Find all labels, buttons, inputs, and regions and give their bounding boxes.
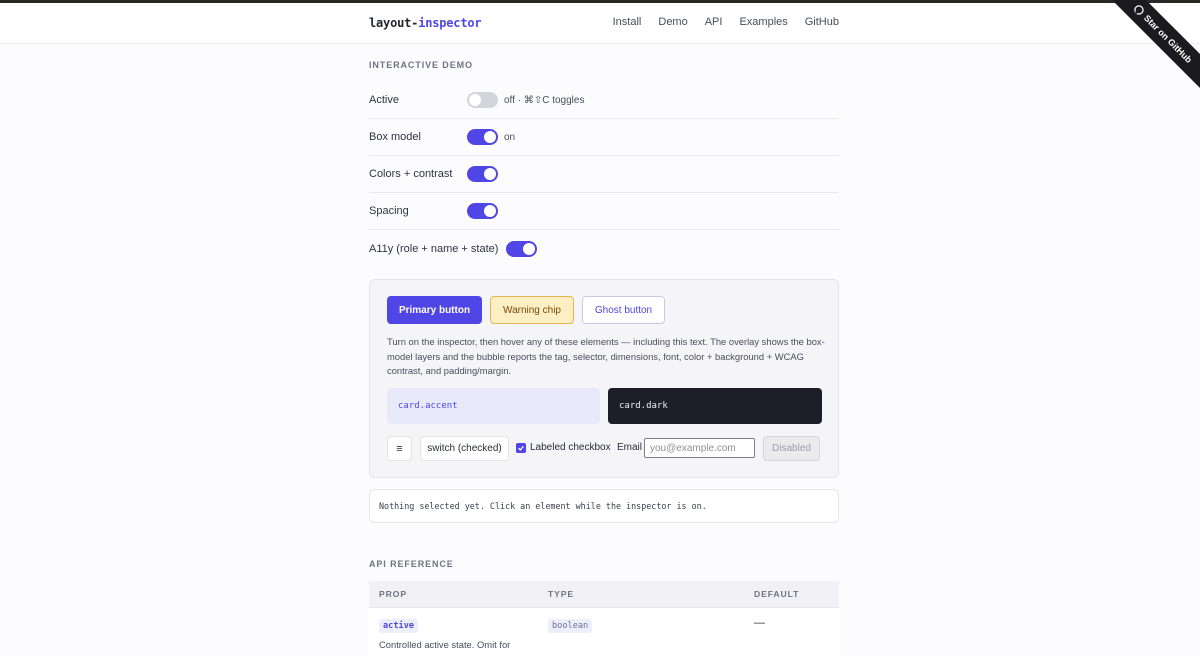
toggle-label-colors: Colors + contrast bbox=[369, 168, 453, 180]
demo-description: Turn on the inspector, then hover any of… bbox=[387, 336, 825, 376]
labeled-checkbox[interactable]: Labeled checkbox bbox=[516, 442, 611, 453]
email-input[interactable] bbox=[644, 438, 755, 458]
logo-prefix: layout- bbox=[369, 16, 419, 30]
table-row: active boolean — Controlled active state… bbox=[369, 608, 839, 656]
nav-install[interactable]: Install bbox=[613, 16, 642, 28]
selection-status: Nothing selected yet. Click an element w… bbox=[369, 489, 839, 523]
nav-github[interactable]: GitHub bbox=[805, 16, 839, 28]
api-prop-name: active bbox=[379, 619, 419, 633]
github-icon bbox=[1134, 5, 1144, 15]
menu-icon[interactable]: ≡ bbox=[387, 436, 412, 461]
nav-examples[interactable]: Examples bbox=[739, 16, 787, 28]
api-col-type: TYPE bbox=[548, 589, 575, 599]
toggle-row-active: Active off · ⌘⇧C toggles bbox=[369, 82, 839, 119]
nav-api[interactable]: API bbox=[705, 16, 723, 28]
demo-card: Primary button Warning chip Ghost button… bbox=[369, 279, 839, 478]
toggle-label-spacing: Spacing bbox=[369, 205, 409, 217]
github-ribbon[interactable]: Star on GitHub bbox=[1110, 0, 1200, 90]
site-header: layout-inspector Install Demo API Exampl… bbox=[0, 3, 1200, 44]
api-prop-description: Controlled active state. Omit for bbox=[379, 639, 511, 650]
a11y-toggle[interactable] bbox=[506, 240, 537, 257]
checkbox-checked-icon[interactable] bbox=[516, 442, 526, 453]
api-section-title: API REFERENCE bbox=[369, 559, 454, 569]
logo[interactable]: layout-inspector bbox=[369, 16, 482, 30]
checkbox-label: Labeled checkbox bbox=[530, 442, 611, 453]
api-table-header: PROP TYPE DEFAULT bbox=[369, 581, 839, 608]
logo-accent: inspector bbox=[418, 16, 482, 30]
ghost-button[interactable]: Ghost button bbox=[582, 296, 665, 324]
api-table: PROP TYPE DEFAULT active boolean — Contr… bbox=[369, 581, 839, 656]
toggle-row-colors: Colors + contrast bbox=[369, 156, 839, 193]
colors-contrast-toggle[interactable] bbox=[467, 166, 498, 182]
toggle-row-spacing: Spacing bbox=[369, 193, 839, 230]
demo-section-title: INTERACTIVE DEMO bbox=[369, 60, 473, 70]
disabled-button: Disabled bbox=[763, 436, 820, 461]
api-prop-type: boolean bbox=[548, 619, 593, 633]
api-col-prop: PROP bbox=[379, 589, 407, 599]
switch-button[interactable]: switch (checked) bbox=[420, 436, 509, 461]
api-col-default: DEFAULT bbox=[754, 589, 800, 599]
controls-row: ≡ switch (checked) Labeled checkbox Emai… bbox=[387, 436, 827, 461]
active-toggle[interactable] bbox=[467, 92, 498, 108]
primary-button[interactable]: Primary button bbox=[387, 296, 482, 324]
email-label: Email bbox=[617, 442, 643, 453]
toggle-label-a11y: A11y (role + name + state) bbox=[369, 242, 499, 255]
top-nav: Install Demo API Examples GitHub bbox=[613, 16, 839, 28]
toggle-label-active: Active bbox=[369, 94, 399, 106]
box-model-toggle[interactable] bbox=[467, 129, 498, 145]
card-accent[interactable]: card.accent bbox=[387, 388, 600, 424]
toggle-row-a11y: A11y (role + name + state) bbox=[369, 230, 839, 267]
toggle-status-active: off · ⌘⇧C toggles bbox=[504, 94, 585, 106]
toggle-status-box-model: on bbox=[504, 131, 516, 143]
api-prop-default: — bbox=[754, 617, 765, 629]
toggle-row-box-model: Box model on bbox=[369, 119, 839, 156]
ribbon-label: Star on GitHub bbox=[1141, 12, 1194, 65]
warning-chip[interactable]: Warning chip bbox=[490, 296, 574, 324]
spacing-toggle[interactable] bbox=[467, 203, 498, 219]
card-dark[interactable]: card.dark bbox=[608, 388, 822, 424]
toggle-label-box-model: Box model bbox=[369, 131, 421, 143]
nav-demo[interactable]: Demo bbox=[658, 16, 687, 28]
